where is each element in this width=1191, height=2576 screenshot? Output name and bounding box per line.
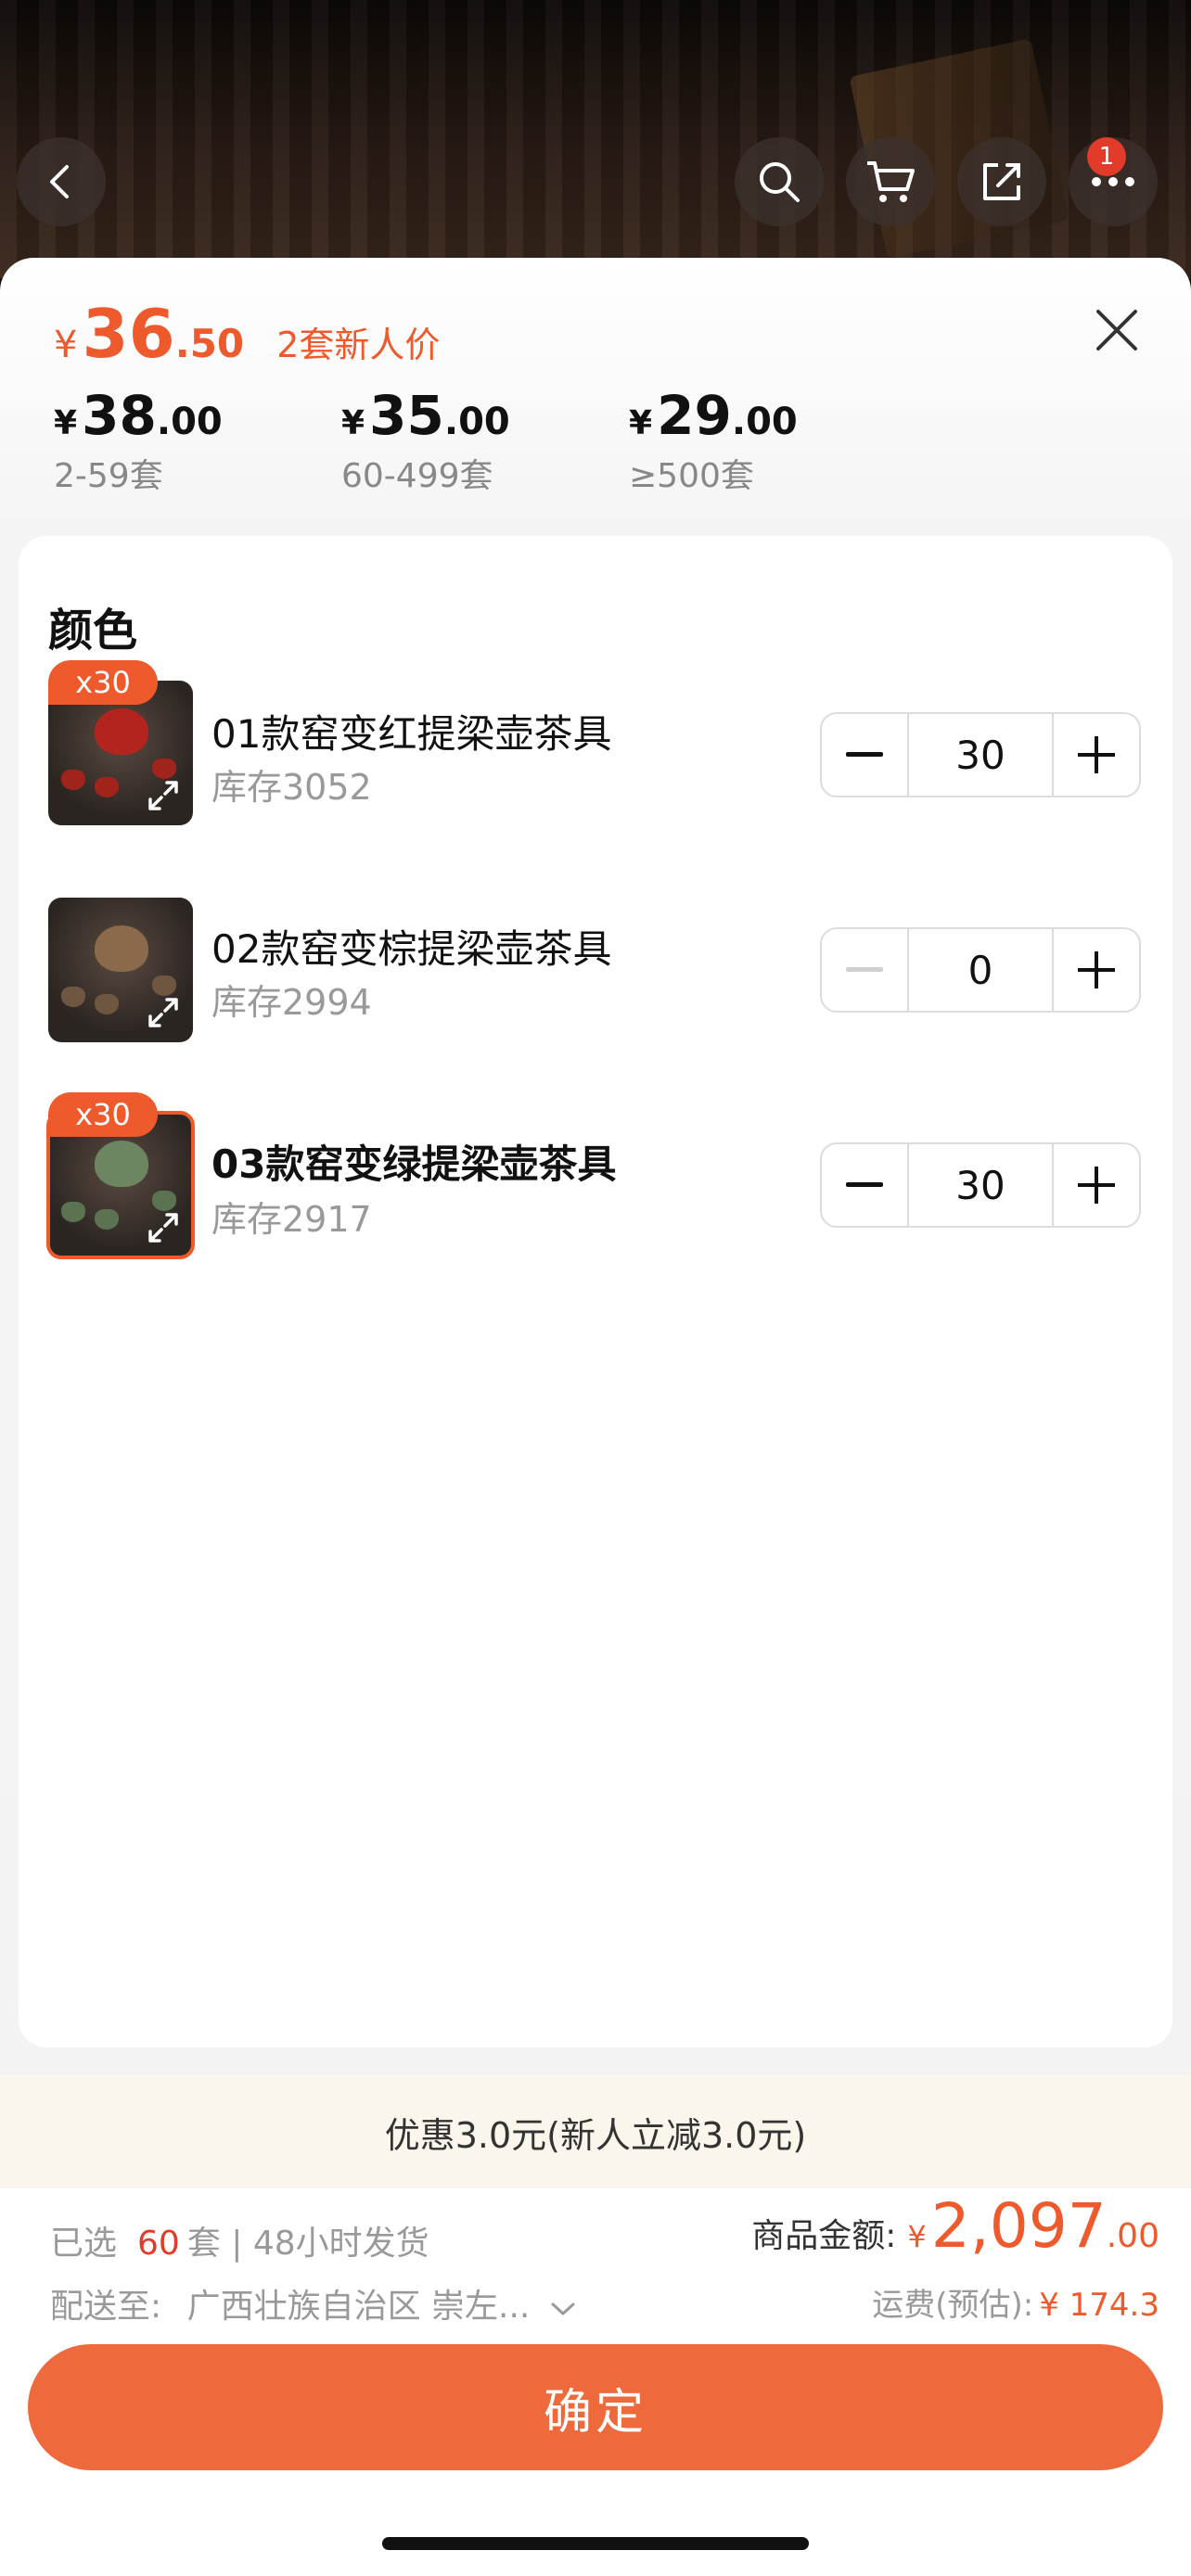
sku-name: 02款窑变棕提梁壶茶具 bbox=[211, 926, 612, 972]
sku-stock: 库存2994 bbox=[211, 982, 372, 1023]
total-label: 商品金额: bbox=[751, 2217, 897, 2255]
selected-qty-badge: x30 bbox=[48, 1092, 158, 1137]
price-decimal: .50 bbox=[174, 321, 245, 366]
confirm-button[interactable]: 确定 bbox=[28, 2344, 1163, 2470]
cup-image bbox=[152, 759, 176, 779]
close-button[interactable] bbox=[1091, 304, 1143, 356]
currency-symbol: ¥ bbox=[54, 404, 78, 442]
ship-label: 配送至: bbox=[50, 2288, 162, 2326]
cup-image bbox=[61, 770, 85, 790]
currency-symbol: ¥ bbox=[629, 404, 653, 442]
share-icon bbox=[983, 163, 1020, 200]
quantity-input[interactable]: 0 bbox=[907, 929, 1054, 1011]
tier-price-decimal: .00 bbox=[156, 401, 223, 443]
cup-image bbox=[152, 1191, 176, 1211]
ship-address: 广西壮族自治区 崇左... bbox=[186, 2288, 531, 2326]
total-decimal: .00 bbox=[1106, 2217, 1159, 2255]
cup-image bbox=[61, 987, 85, 1007]
cart-icon bbox=[867, 161, 915, 202]
increment-button[interactable] bbox=[1054, 714, 1139, 796]
selected-summary: 已选 60 套 | 48小时发货 bbox=[50, 2216, 429, 2264]
fee-value: ¥ 174.3 bbox=[1039, 2287, 1159, 2324]
currency-symbol: ¥ bbox=[54, 324, 78, 366]
cup-image bbox=[95, 994, 119, 1014]
discount-banner: 优惠3.0元(新人立减3.0元) bbox=[0, 2075, 1191, 2188]
expand-icon bbox=[148, 781, 178, 810]
cup-image bbox=[95, 777, 119, 797]
sku-stock: 库存2917 bbox=[211, 1199, 372, 1240]
quantity-stepper: 30 bbox=[820, 1142, 1141, 1228]
decrement-button[interactable] bbox=[822, 714, 907, 796]
search-icon bbox=[760, 162, 800, 202]
total-integer: 2,097 bbox=[930, 2190, 1107, 2262]
goods-total: 商品金额: ¥ 2,097.00 bbox=[751, 2190, 1159, 2262]
new-user-price-tag: 2套新人价 bbox=[276, 325, 441, 365]
current-price: ¥ 36.50 2套新人价 bbox=[54, 295, 440, 373]
search-button[interactable] bbox=[735, 137, 824, 226]
cup-image bbox=[152, 976, 176, 996]
cup-image bbox=[95, 1209, 119, 1230]
plus-icon bbox=[1078, 1167, 1115, 1204]
sku-name: 01款窑变红提梁壶茶具 bbox=[211, 711, 612, 757]
expand-icon bbox=[148, 1213, 178, 1243]
shipping-fee: 运费(预估): ¥ 174.3 bbox=[872, 2279, 1159, 2325]
shipping-address-selector[interactable]: 配送至: 广西壮族自治区 崇左... bbox=[50, 2279, 576, 2327]
cart-button[interactable] bbox=[846, 137, 935, 226]
quantity-input[interactable]: 30 bbox=[907, 714, 1054, 796]
selected-qty-badge: x30 bbox=[48, 660, 158, 705]
tier-price-decimal: .00 bbox=[443, 401, 510, 443]
price-tier-2: ¥ 35.00 60-499套 bbox=[341, 384, 510, 497]
teapot-image bbox=[95, 1141, 148, 1187]
minus-icon bbox=[846, 752, 883, 757]
cup-image bbox=[61, 1202, 85, 1222]
back-button[interactable] bbox=[17, 137, 106, 226]
currency-symbol: ¥ bbox=[907, 2219, 927, 2254]
message-count-badge: 1 bbox=[1087, 137, 1126, 176]
plus-icon bbox=[1078, 951, 1115, 988]
sku-thumbnail-brown[interactable] bbox=[48, 898, 193, 1042]
quantity-stepper: 0 bbox=[820, 927, 1141, 1013]
currency-symbol: ¥ bbox=[341, 404, 365, 442]
decrement-button[interactable] bbox=[822, 929, 907, 1011]
home-indicator bbox=[382, 2537, 809, 2550]
sku-name: 03款窑变绿提梁壶茶具 bbox=[211, 1141, 617, 1187]
sku-stock: 库存3052 bbox=[211, 767, 372, 808]
quantity-input[interactable]: 30 bbox=[907, 1144, 1054, 1226]
price-integer: 36 bbox=[82, 295, 175, 373]
more-icon bbox=[1092, 177, 1134, 186]
chevron-down-icon bbox=[551, 2302, 575, 2315]
tier-price-integer: 35 bbox=[369, 384, 444, 447]
selected-suffix: 套 | 48小时发货 bbox=[186, 2225, 429, 2263]
tier-price-integer: 38 bbox=[82, 384, 157, 447]
tier-price-decimal: .00 bbox=[731, 401, 798, 443]
tier-range: 60-499套 bbox=[341, 457, 493, 495]
tier-range: 2-59套 bbox=[54, 457, 163, 495]
tier-price-integer: 29 bbox=[657, 384, 732, 447]
expand-icon bbox=[148, 998, 178, 1027]
quantity-stepper: 30 bbox=[820, 712, 1141, 797]
minus-icon bbox=[846, 967, 883, 972]
back-icon bbox=[50, 165, 69, 198]
color-section-title: 颜色 bbox=[48, 605, 138, 657]
selected-prefix: 已选 bbox=[50, 2225, 118, 2263]
close-icon bbox=[1096, 310, 1137, 351]
tier-range: ≥500套 bbox=[629, 457, 754, 495]
selected-count: 60 bbox=[137, 2225, 180, 2263]
price-tier-1: ¥ 38.00 2-59套 bbox=[54, 384, 223, 497]
share-button[interactable] bbox=[957, 137, 1046, 226]
fee-label: 运费(预估): bbox=[872, 2287, 1034, 2324]
increment-button[interactable] bbox=[1054, 929, 1139, 1011]
increment-button[interactable] bbox=[1054, 1144, 1139, 1226]
plus-icon bbox=[1078, 736, 1115, 773]
minus-icon bbox=[846, 1182, 883, 1187]
decrement-button[interactable] bbox=[822, 1144, 907, 1226]
teapot-image bbox=[95, 708, 148, 755]
price-tier-3: ¥ 29.00 ≥500套 bbox=[629, 384, 798, 497]
teapot-image bbox=[95, 925, 148, 972]
